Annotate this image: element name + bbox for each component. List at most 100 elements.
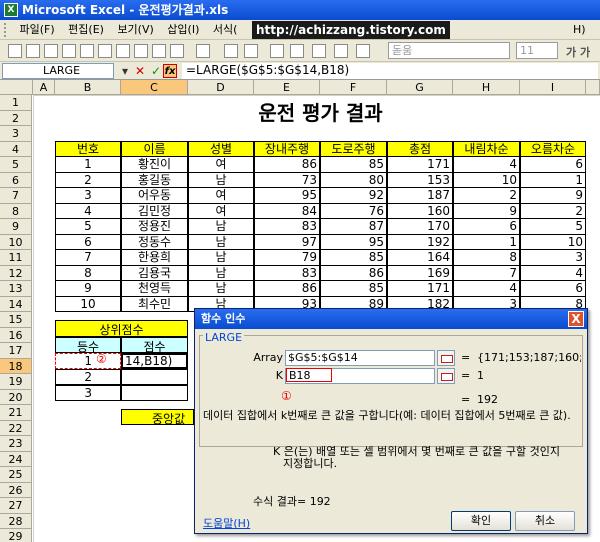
table-cell[interactable]: 남 [188,219,254,235]
col-header-h[interactable]: H [453,80,520,95]
table-cell[interactable]: 천영득 [121,281,188,297]
copy-icon[interactable] [152,44,166,58]
table-cell[interactable]: 87 [320,219,387,235]
table-cell[interactable]: 1 [453,234,520,250]
row-header[interactable]: 3 [0,126,32,142]
table-cell[interactable]: 10 [453,172,520,188]
row-header[interactable]: 12 [0,265,32,281]
table-cell[interactable]: 4 [520,265,586,281]
print-preview-icon[interactable] [98,44,112,58]
row-header[interactable]: 13 [0,281,32,297]
table-cell[interactable]: 2 [453,188,520,204]
table-cell[interactable]: 한용희 [121,250,188,266]
row-header[interactable]: 8 [0,203,32,219]
table-cell[interactable]: 9 [453,203,520,219]
autosum-icon[interactable] [244,44,258,58]
paste-icon[interactable] [170,44,184,58]
drawing-icon[interactable] [334,44,348,58]
k-input[interactable]: B18 [285,368,435,384]
table-cell[interactable]: 홍길동 [121,172,188,188]
table-cell[interactable]: 6 [520,157,586,173]
table-cell[interactable]: 8 [55,265,121,281]
table-cell[interactable]: 1 [55,157,121,173]
table-cell[interactable]: 9 [55,281,121,297]
ok-button[interactable]: 확인 [451,511,511,531]
menu-edit[interactable]: 편집(E) [63,20,109,40]
open-icon[interactable] [26,44,40,58]
row-header[interactable]: 27 [0,498,32,514]
row-header[interactable]: 22 [0,420,32,436]
row-header[interactable]: 10 [0,234,32,250]
table-cell[interactable]: 95 [320,234,387,250]
confirm-check-icon[interactable]: ✓ [149,64,163,78]
spelling-icon[interactable] [116,44,130,58]
row-header[interactable]: 7 [0,188,32,204]
menu-file[interactable]: 파일(F) [15,20,60,40]
sort-asc-icon[interactable] [270,44,284,58]
name-box[interactable]: LARGE [2,63,114,79]
table-cell[interactable]: 171 [387,157,453,173]
table-cell[interactable]: 170 [387,219,453,235]
row-header[interactable]: 2 [0,110,32,126]
table-cell[interactable]: 76 [320,203,387,219]
table-cell[interactable]: 김용국 [121,265,188,281]
rank-cell-b19[interactable]: 2 [55,369,121,385]
col-header-g[interactable]: G [387,80,453,95]
col-header-b[interactable]: B [55,80,121,95]
table-cell[interactable]: 남 [188,265,254,281]
row-header[interactable]: 25 [0,467,32,483]
table-cell[interactable]: 95 [254,188,320,204]
row-header[interactable]: 17 [0,343,32,359]
table-cell[interactable]: 84 [254,203,320,219]
table-cell[interactable]: 192 [387,234,453,250]
table-cell[interactable]: 1 [520,172,586,188]
row-header[interactable]: 18 [0,358,32,374]
row-header[interactable]: 6 [0,172,32,188]
table-cell[interactable]: 7 [55,250,121,266]
insert-function-icon[interactable]: fx [163,64,177,78]
row-header[interactable]: 5 [0,157,32,173]
table-cell[interactable]: 97 [254,234,320,250]
row-header[interactable]: 19 [0,374,32,390]
table-cell[interactable]: 4 [55,203,121,219]
row-header[interactable]: 26 [0,482,32,498]
font-name-box[interactable]: 돋움 [388,42,510,59]
chart-wizard-icon[interactable] [312,44,326,58]
table-cell[interactable]: 83 [254,219,320,235]
k-collapse-icon[interactable] [437,368,455,384]
undo-icon[interactable] [196,44,210,58]
font-size-box[interactable]: 11 [516,42,558,59]
table-cell[interactable]: 2 [520,203,586,219]
cancel-button[interactable]: 취소 [515,511,575,531]
menu-help[interactable]: H) [568,20,591,40]
dialog-close-icon[interactable]: X [568,311,584,327]
table-cell[interactable]: 남 [188,281,254,297]
row-header[interactable]: 20 [0,389,32,405]
col-header-i[interactable]: I [520,80,586,95]
col-header-f[interactable]: F [320,80,387,95]
score-cell-c19[interactable] [121,369,188,385]
table-cell[interactable]: 85 [320,250,387,266]
table-cell[interactable]: 최수민 [121,296,188,312]
table-cell[interactable]: 5 [520,219,586,235]
col-header-a[interactable]: A [33,80,55,95]
table-cell[interactable]: 85 [320,157,387,173]
row-header[interactable]: 24 [0,451,32,467]
array-collapse-icon[interactable] [437,350,455,366]
save-icon[interactable] [44,44,58,58]
table-cell[interactable]: 171 [387,281,453,297]
menu-view[interactable]: 보기(V) [112,20,158,40]
row-header[interactable]: 9 [0,219,32,235]
row-header[interactable]: 1 [0,95,32,111]
bold-italic-icon[interactable]: 가 가 [566,44,596,59]
cut-icon[interactable] [134,44,148,58]
array-input[interactable]: $G$5:$G$14 [285,350,435,366]
table-cell[interactable]: 정동수 [121,234,188,250]
row-header[interactable]: 21 [0,405,32,421]
table-cell[interactable]: 8 [453,250,520,266]
table-cell[interactable]: 6 [55,234,121,250]
table-cell[interactable]: 2 [55,172,121,188]
new-icon[interactable] [8,44,22,58]
table-cell[interactable]: 83 [254,265,320,281]
rank-cell-b20[interactable]: 3 [55,385,121,401]
